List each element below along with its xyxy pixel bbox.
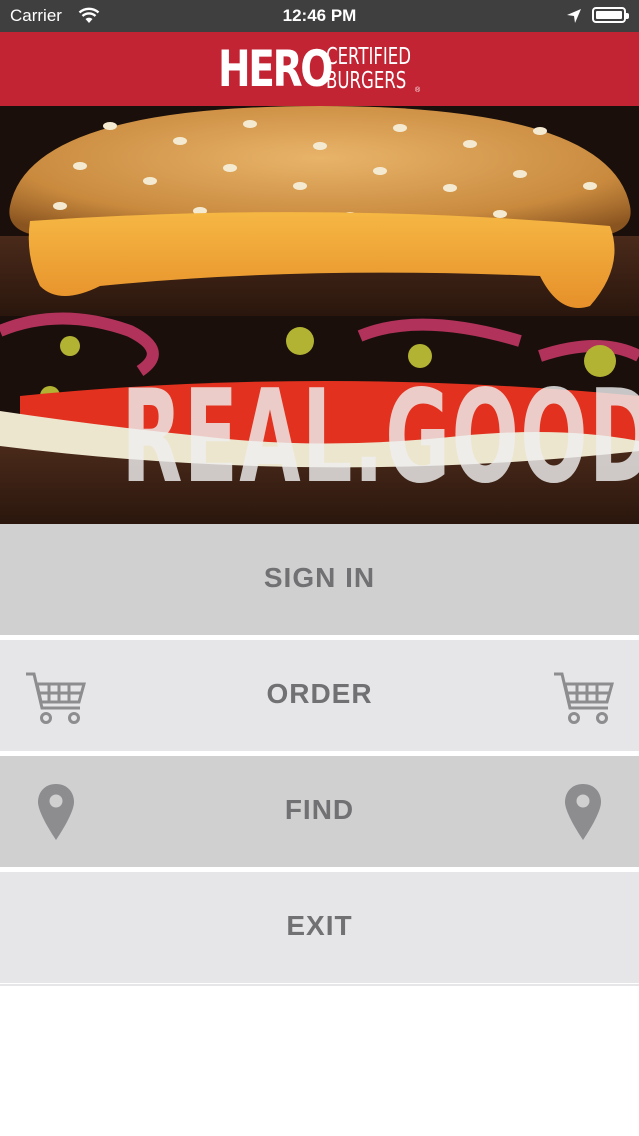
sign-in-label: SIGN IN <box>263 562 376 593</box>
sign-in-button[interactable]: SIGN IN <box>0 524 639 640</box>
location-arrow-icon <box>567 9 581 23</box>
location-pin-icon <box>565 784 601 840</box>
find-button[interactable]: FIND <box>0 756 639 872</box>
exit-button[interactable]: EXIT <box>0 872 639 988</box>
shopping-cart-icon <box>554 672 614 724</box>
main-menu: SIGN IN ORDER FIND EXIT <box>0 524 639 988</box>
logo-certified-text: CERTIFIED <box>326 44 411 70</box>
burger-hero-image: REAL.GOOD. <box>0 106 639 524</box>
battery-icon <box>592 7 629 23</box>
logo-hero-text: HERO <box>218 40 333 98</box>
find-label: FIND <box>284 794 355 825</box>
order-label: ORDER <box>266 678 373 709</box>
logo-registered-mark: ® <box>415 87 421 94</box>
hero-certified-burgers-logo: HERO CERTIFIED BURGERS ® <box>218 42 428 96</box>
menu-divider <box>0 984 639 986</box>
status-bar: Carrier 12:46 PM <box>0 0 639 32</box>
real-good-tagline: REAL.GOOD. <box>121 363 639 512</box>
logo-burgers-text: BURGERS <box>326 68 407 94</box>
exit-label: EXIT <box>286 910 353 941</box>
order-button[interactable]: ORDER <box>0 640 639 756</box>
clock-time: 12:46 PM <box>282 6 357 25</box>
app-header: HERO CERTIFIED BURGERS ® <box>0 32 639 106</box>
